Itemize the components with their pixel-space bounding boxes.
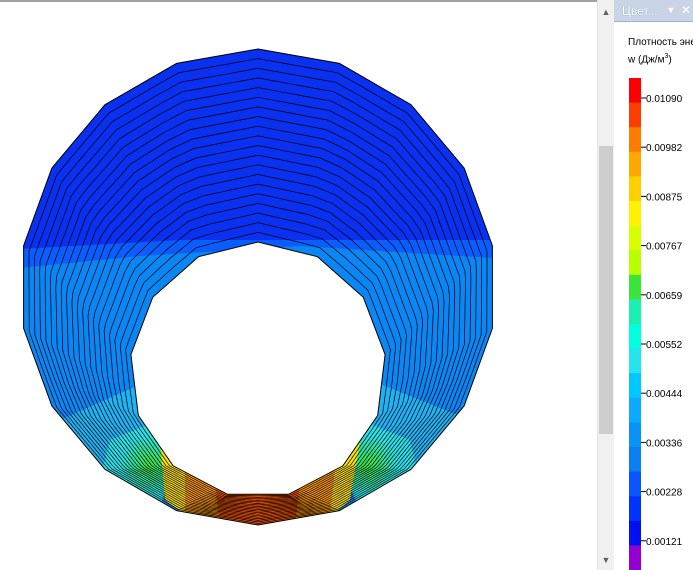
legend-tick-label: 0.00444 <box>646 389 683 400</box>
scroll-up-arrow-icon[interactable]: ▲ <box>598 4 614 20</box>
legend-color-swatch <box>629 201 641 227</box>
legend-tick-label: 0.01090 <box>646 94 683 105</box>
scroll-down-arrow-icon[interactable]: ▼ <box>598 552 614 568</box>
legend-color-swatch <box>629 422 641 448</box>
vertical-scrollbar[interactable]: ▲ ▼ <box>597 0 614 570</box>
model-viewport[interactable] <box>0 0 597 570</box>
legend-color-swatch <box>629 176 641 202</box>
legend-color-swatch <box>629 250 641 276</box>
legend-color-swatch <box>629 496 641 522</box>
energy-density-plot <box>23 48 493 526</box>
panel-close-icon[interactable]: ✕ <box>679 2 693 18</box>
legend-tick-label: 0.00336 <box>646 438 683 449</box>
legend-color-swatch <box>629 471 641 497</box>
legend-color-swatch <box>629 348 641 374</box>
legend-color-swatch <box>629 545 641 570</box>
legend-tick-label: 0.00659 <box>646 291 683 302</box>
legend-tick-label: 0.00552 <box>646 340 683 351</box>
legend-color-swatch <box>629 324 641 350</box>
panel-title-bar[interactable]: Цвет... ▼ ✕ <box>614 0 693 22</box>
color-legend-panel: Цвет... ▼ ✕ Плотность энергии w (Дж/м3) … <box>614 0 693 570</box>
legend-tick-label: 0.00767 <box>646 242 683 253</box>
legend-quantity-label: Плотность энергии <box>628 37 693 48</box>
legend-color-swatch <box>629 102 641 128</box>
panel-title: Цвет... <box>622 4 658 18</box>
legend-tick-label: 0.00875 <box>646 192 683 203</box>
panel-dropdown-icon[interactable]: ▼ <box>664 2 678 18</box>
legend-color-swatch <box>629 78 641 104</box>
legend-color-swatch <box>629 520 641 546</box>
legend-unit-label: w (Дж/м3) <box>628 53 672 65</box>
legend-color-swatch <box>629 127 641 153</box>
scrollbar-thumb[interactable] <box>599 146 613 434</box>
legend-color-swatch <box>629 373 641 399</box>
legend-color-swatch <box>629 151 641 177</box>
legend-tick-label: 0.00982 <box>646 143 683 154</box>
legend-color-swatch <box>629 397 641 423</box>
legend-color-swatch <box>629 225 641 251</box>
legend-color-swatch <box>629 274 641 300</box>
legend-color-swatch <box>629 299 641 325</box>
legend-tick-label: 0.00121 <box>646 537 683 548</box>
unit-prefix: w (Дж/м <box>628 54 665 66</box>
legend-color-swatch <box>629 447 641 473</box>
legend-tick-label: 0.00228 <box>646 488 683 499</box>
color-scale: 0.01090 0.00982 0.00875 0.00767 0.00659 0.005… <box>629 78 683 570</box>
unit-suffix: ) <box>668 54 672 66</box>
